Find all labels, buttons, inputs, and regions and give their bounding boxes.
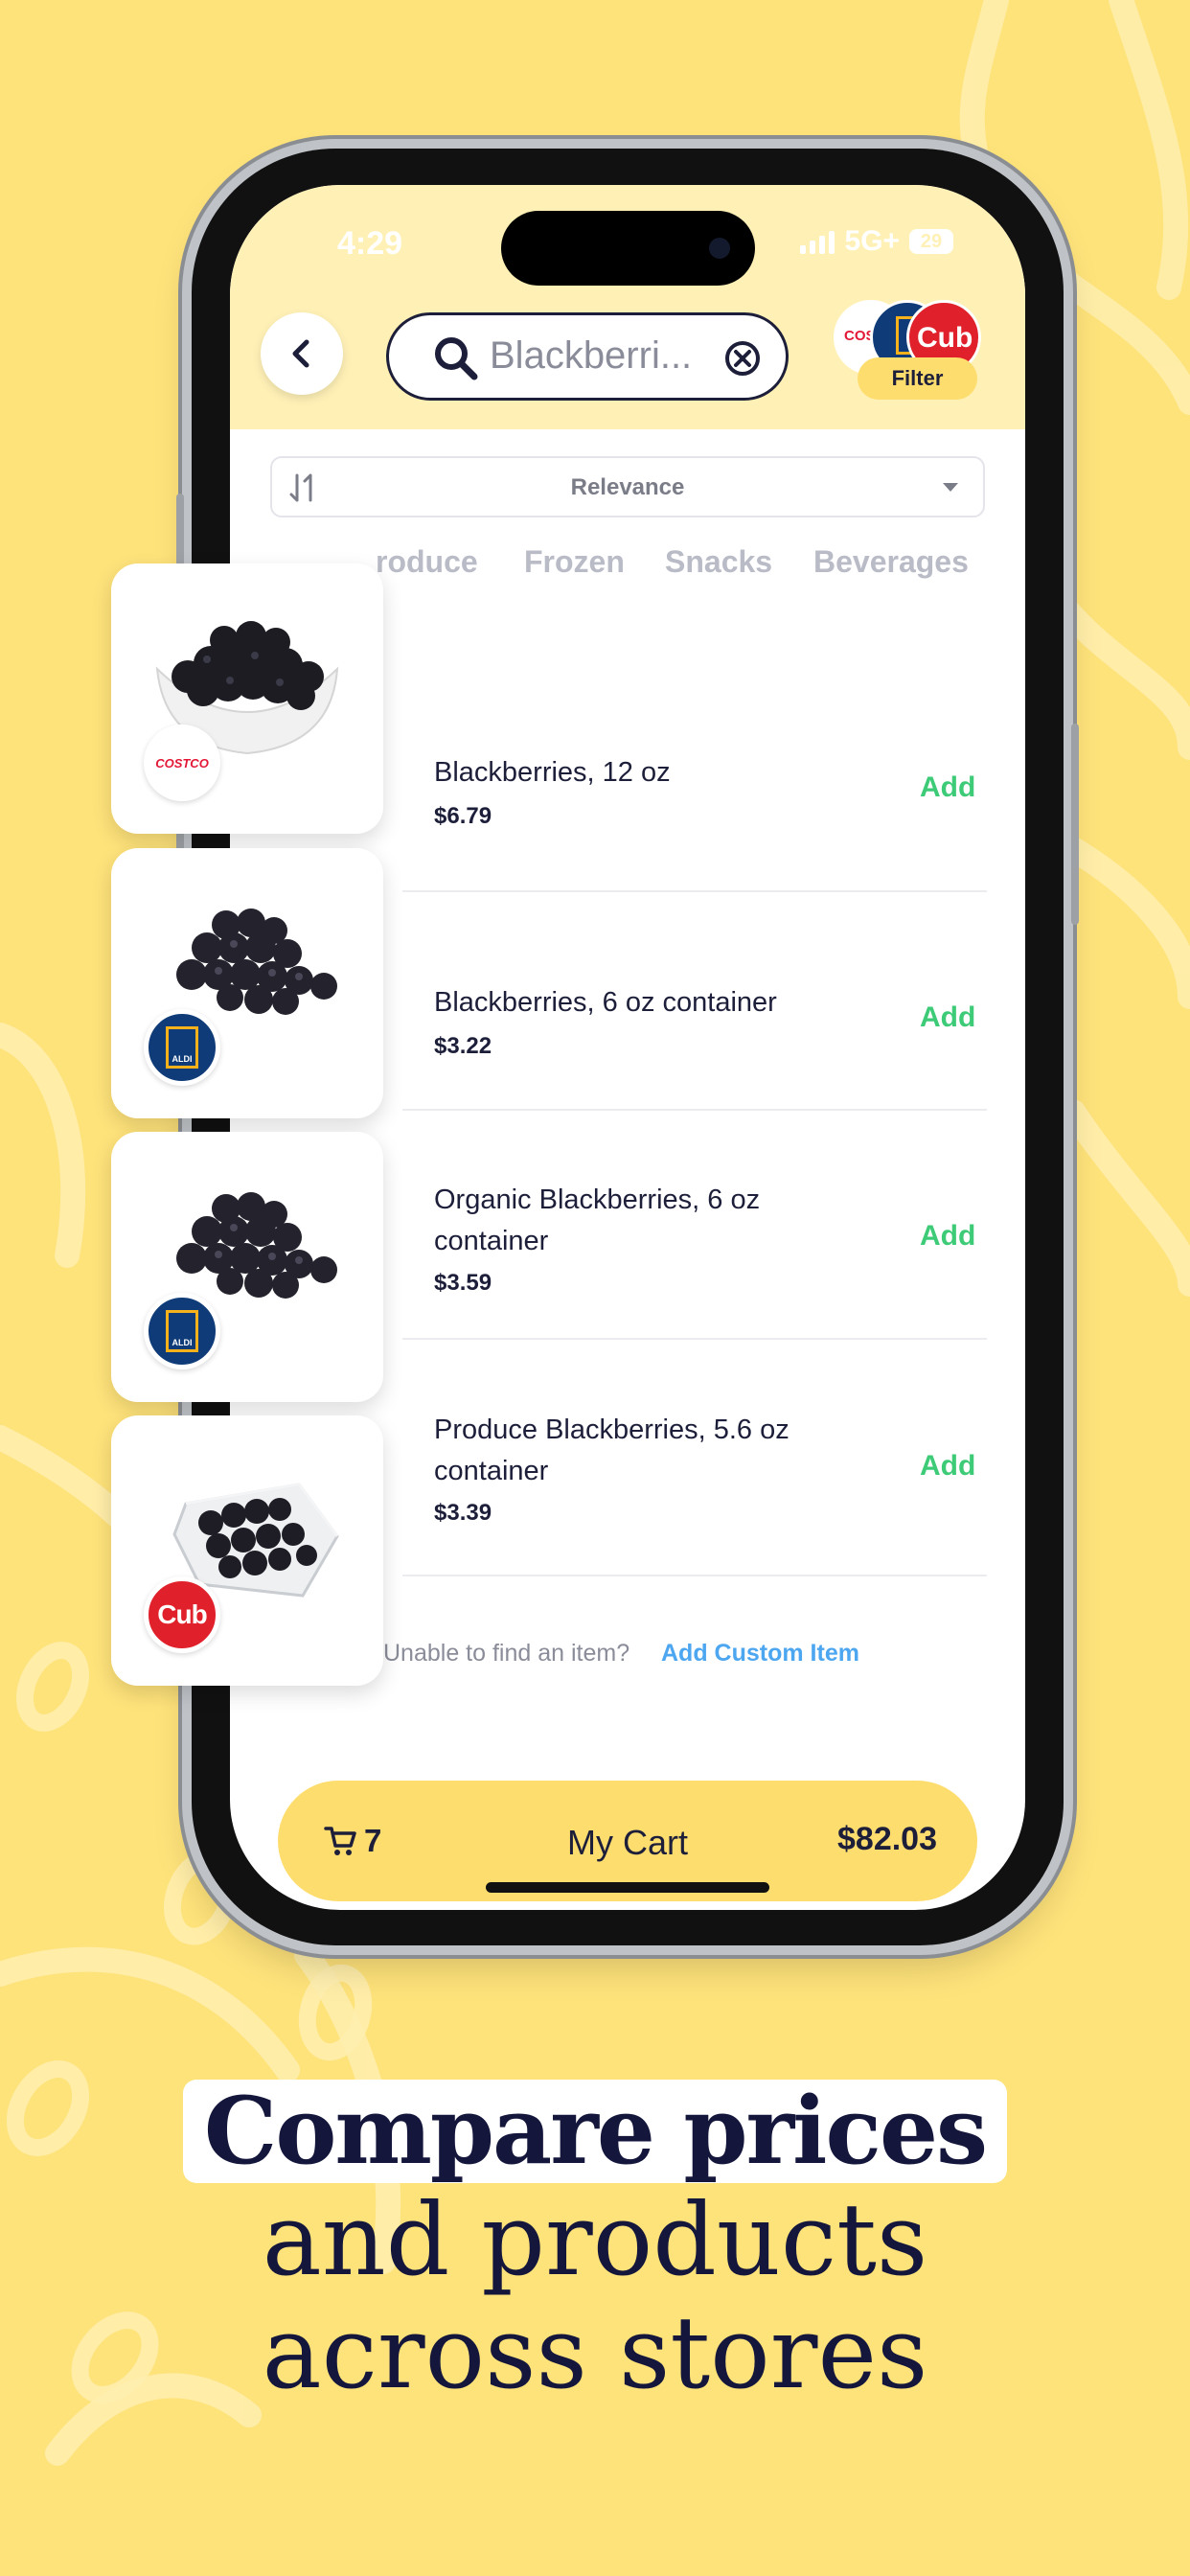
battery-icon: 29: [909, 229, 953, 254]
clear-search-icon[interactable]: [724, 340, 761, 377]
add-button[interactable]: Add: [920, 1450, 975, 1483]
cart-total: $82.03: [837, 1821, 937, 1857]
chevron-down-icon: [943, 483, 958, 492]
product-image-card[interactable]: ALDI: [111, 848, 383, 1118]
row-divider: [402, 1338, 987, 1340]
tab-produce[interactable]: roduce: [376, 544, 478, 580]
product-image-card[interactable]: Cub: [111, 1415, 383, 1686]
headline-line-2: and products: [262, 2181, 928, 2298]
row-divider: [402, 1575, 987, 1576]
status-time: 4:29: [337, 225, 403, 262]
network-label: 5G+: [844, 225, 900, 257]
search-input[interactable]: Blackberri...: [386, 312, 789, 401]
headline-highlight: Compare prices: [182, 2077, 1008, 2185]
product-price: $3.39: [434, 1500, 492, 1526]
chevron-left-icon: [292, 339, 309, 368]
product-price: $3.59: [434, 1270, 492, 1296]
custom-item-prompt: Unable to find an item?: [383, 1640, 630, 1667]
headline-line-3: across stores: [262, 2294, 928, 2411]
product-name: Organic Blackberries, 6 oz container: [434, 1184, 761, 1256]
camera-icon: [709, 238, 730, 259]
phone-side-button: [176, 494, 184, 570]
sort-label: Relevance: [570, 474, 685, 500]
aldi-logo-text: ALDI: [172, 1054, 193, 1064]
cub-avatar-text: Cub: [917, 322, 973, 354]
status-indicators: 5G+ 29: [800, 225, 953, 258]
search-icon: [435, 337, 478, 380]
filter-button[interactable]: Filter: [858, 357, 977, 400]
row-divider: [402, 890, 987, 892]
add-button[interactable]: Add: [920, 771, 975, 804]
phone-power-button: [1071, 724, 1079, 925]
back-button[interactable]: [261, 312, 343, 395]
blackberries-clamshell-image: [172, 1483, 339, 1598]
dynamic-island: [501, 211, 755, 286]
aldi-logo-text: ALDI: [172, 1338, 193, 1347]
tab-beverages[interactable]: Beverages: [813, 544, 969, 580]
product-image-card[interactable]: COSTCO: [111, 564, 383, 834]
search-value: Blackberri...: [490, 334, 693, 377]
costco-logo-badge: COSTCO: [144, 724, 220, 801]
home-indicator: [486, 1882, 769, 1893]
add-button[interactable]: Add: [920, 1220, 975, 1253]
marketing-headline: Compare prices and products across store…: [0, 2080, 1190, 2409]
costco-logo-text: COSTCO: [155, 755, 209, 770]
tab-frozen[interactable]: Frozen: [524, 544, 625, 580]
product-name: Blackberries, 6 oz container: [434, 987, 777, 1018]
headline-line-1: Compare prices: [203, 2077, 988, 2185]
signal-icon: [800, 229, 835, 254]
add-button[interactable]: Add: [920, 1001, 975, 1034]
organic-blackberries-pile-image: [176, 1192, 337, 1299]
sort-dropdown[interactable]: Relevance: [270, 456, 985, 518]
blackberries-pile-image: [176, 908, 337, 1015]
cub-logo-text: Cub: [157, 1599, 207, 1629]
blackberries-bowl-image: [155, 621, 339, 755]
product-name: Produce Blackberries, 5.6 oz container: [434, 1414, 790, 1486]
product-name: Blackberries, 12 oz: [434, 757, 671, 788]
aldi-logo-badge: ALDI: [144, 1293, 220, 1369]
cub-logo-badge: Cub: [144, 1576, 220, 1653]
aldi-logo-badge: ALDI: [144, 1009, 220, 1086]
row-divider: [402, 1109, 987, 1111]
add-custom-item-link[interactable]: Add Custom Item: [661, 1640, 859, 1668]
product-image-card[interactable]: ALDI: [111, 1132, 383, 1402]
product-price: $3.22: [434, 1033, 492, 1059]
product-price: $6.79: [434, 803, 492, 829]
tab-snacks[interactable]: Snacks: [665, 544, 772, 580]
